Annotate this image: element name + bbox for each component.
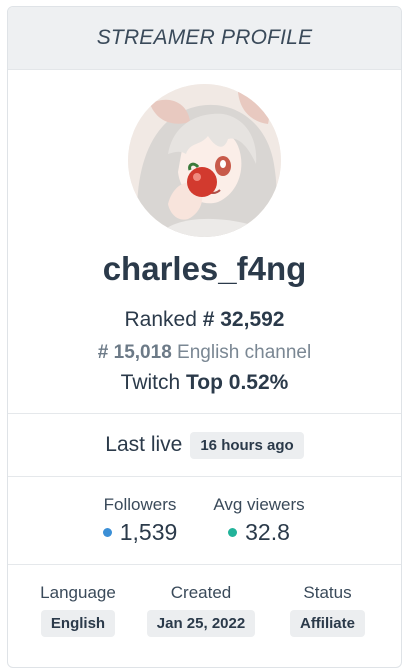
ranked-value: # 32,592 (202, 308, 285, 331)
twitch-top-percent: Twitch Top 0.52% (8, 371, 401, 395)
username: charles_f4ng (102, 250, 307, 287)
profile-section: charles_f4ng Ranked # 32,592 # 15,018 En… (8, 70, 401, 414)
stats-section: Followers 1,539 Avg viewers 32.8 (8, 477, 401, 565)
language-meta: Language English (33, 583, 123, 637)
streamer-profile-card: STREAMER PROFILE charles_f4ng Ranked # 3… (7, 6, 402, 668)
created-label: Created (170, 583, 232, 602)
language-rank: # 15,018 English channel (8, 342, 401, 364)
card-title: STREAMER PROFILE (96, 26, 313, 49)
last-live-badge: 16 hours ago (190, 431, 304, 459)
avg-viewers-value: 32.8 (245, 519, 290, 545)
global-rank: Ranked # 32,592 (8, 308, 401, 332)
twitch-prefix: Twitch (120, 371, 181, 394)
followers-dot-icon (102, 528, 112, 537)
last-live-section: Last live 16 hours ago (8, 414, 401, 477)
avg-viewers-label: Avg viewers (213, 495, 305, 514)
status-label: Status (303, 583, 352, 602)
avg-viewers-stat: Avg viewers 32.8 (204, 495, 314, 546)
card-header: STREAMER PROFILE (8, 7, 401, 70)
channel-rank-value: # 15,018 (97, 342, 172, 363)
twitch-top-value: Top 0.52% (186, 371, 289, 394)
created-badge: Jan 25, 2022 (146, 610, 256, 637)
anime-avatar-icon (128, 84, 281, 237)
ranked-prefix: Ranked (124, 308, 197, 331)
meta-section: Language English Created Jan 25, 2022 St… (8, 565, 401, 655)
followers-stat: Followers 1,539 (90, 495, 190, 546)
followers-label: Followers (103, 495, 177, 514)
status-meta: Status Affiliate (280, 583, 375, 637)
language-label: Language (40, 583, 116, 602)
created-meta: Created Jan 25, 2022 (141, 583, 261, 637)
language-badge: English (40, 610, 116, 637)
channel-rank-label: English channel (177, 342, 312, 363)
followers-value: 1,539 (119, 519, 178, 545)
last-live-label: Last live (105, 433, 183, 456)
avg-viewers-dot-icon (228, 528, 238, 537)
status-badge: Affiliate (289, 610, 365, 637)
avatar[interactable] (128, 84, 281, 237)
